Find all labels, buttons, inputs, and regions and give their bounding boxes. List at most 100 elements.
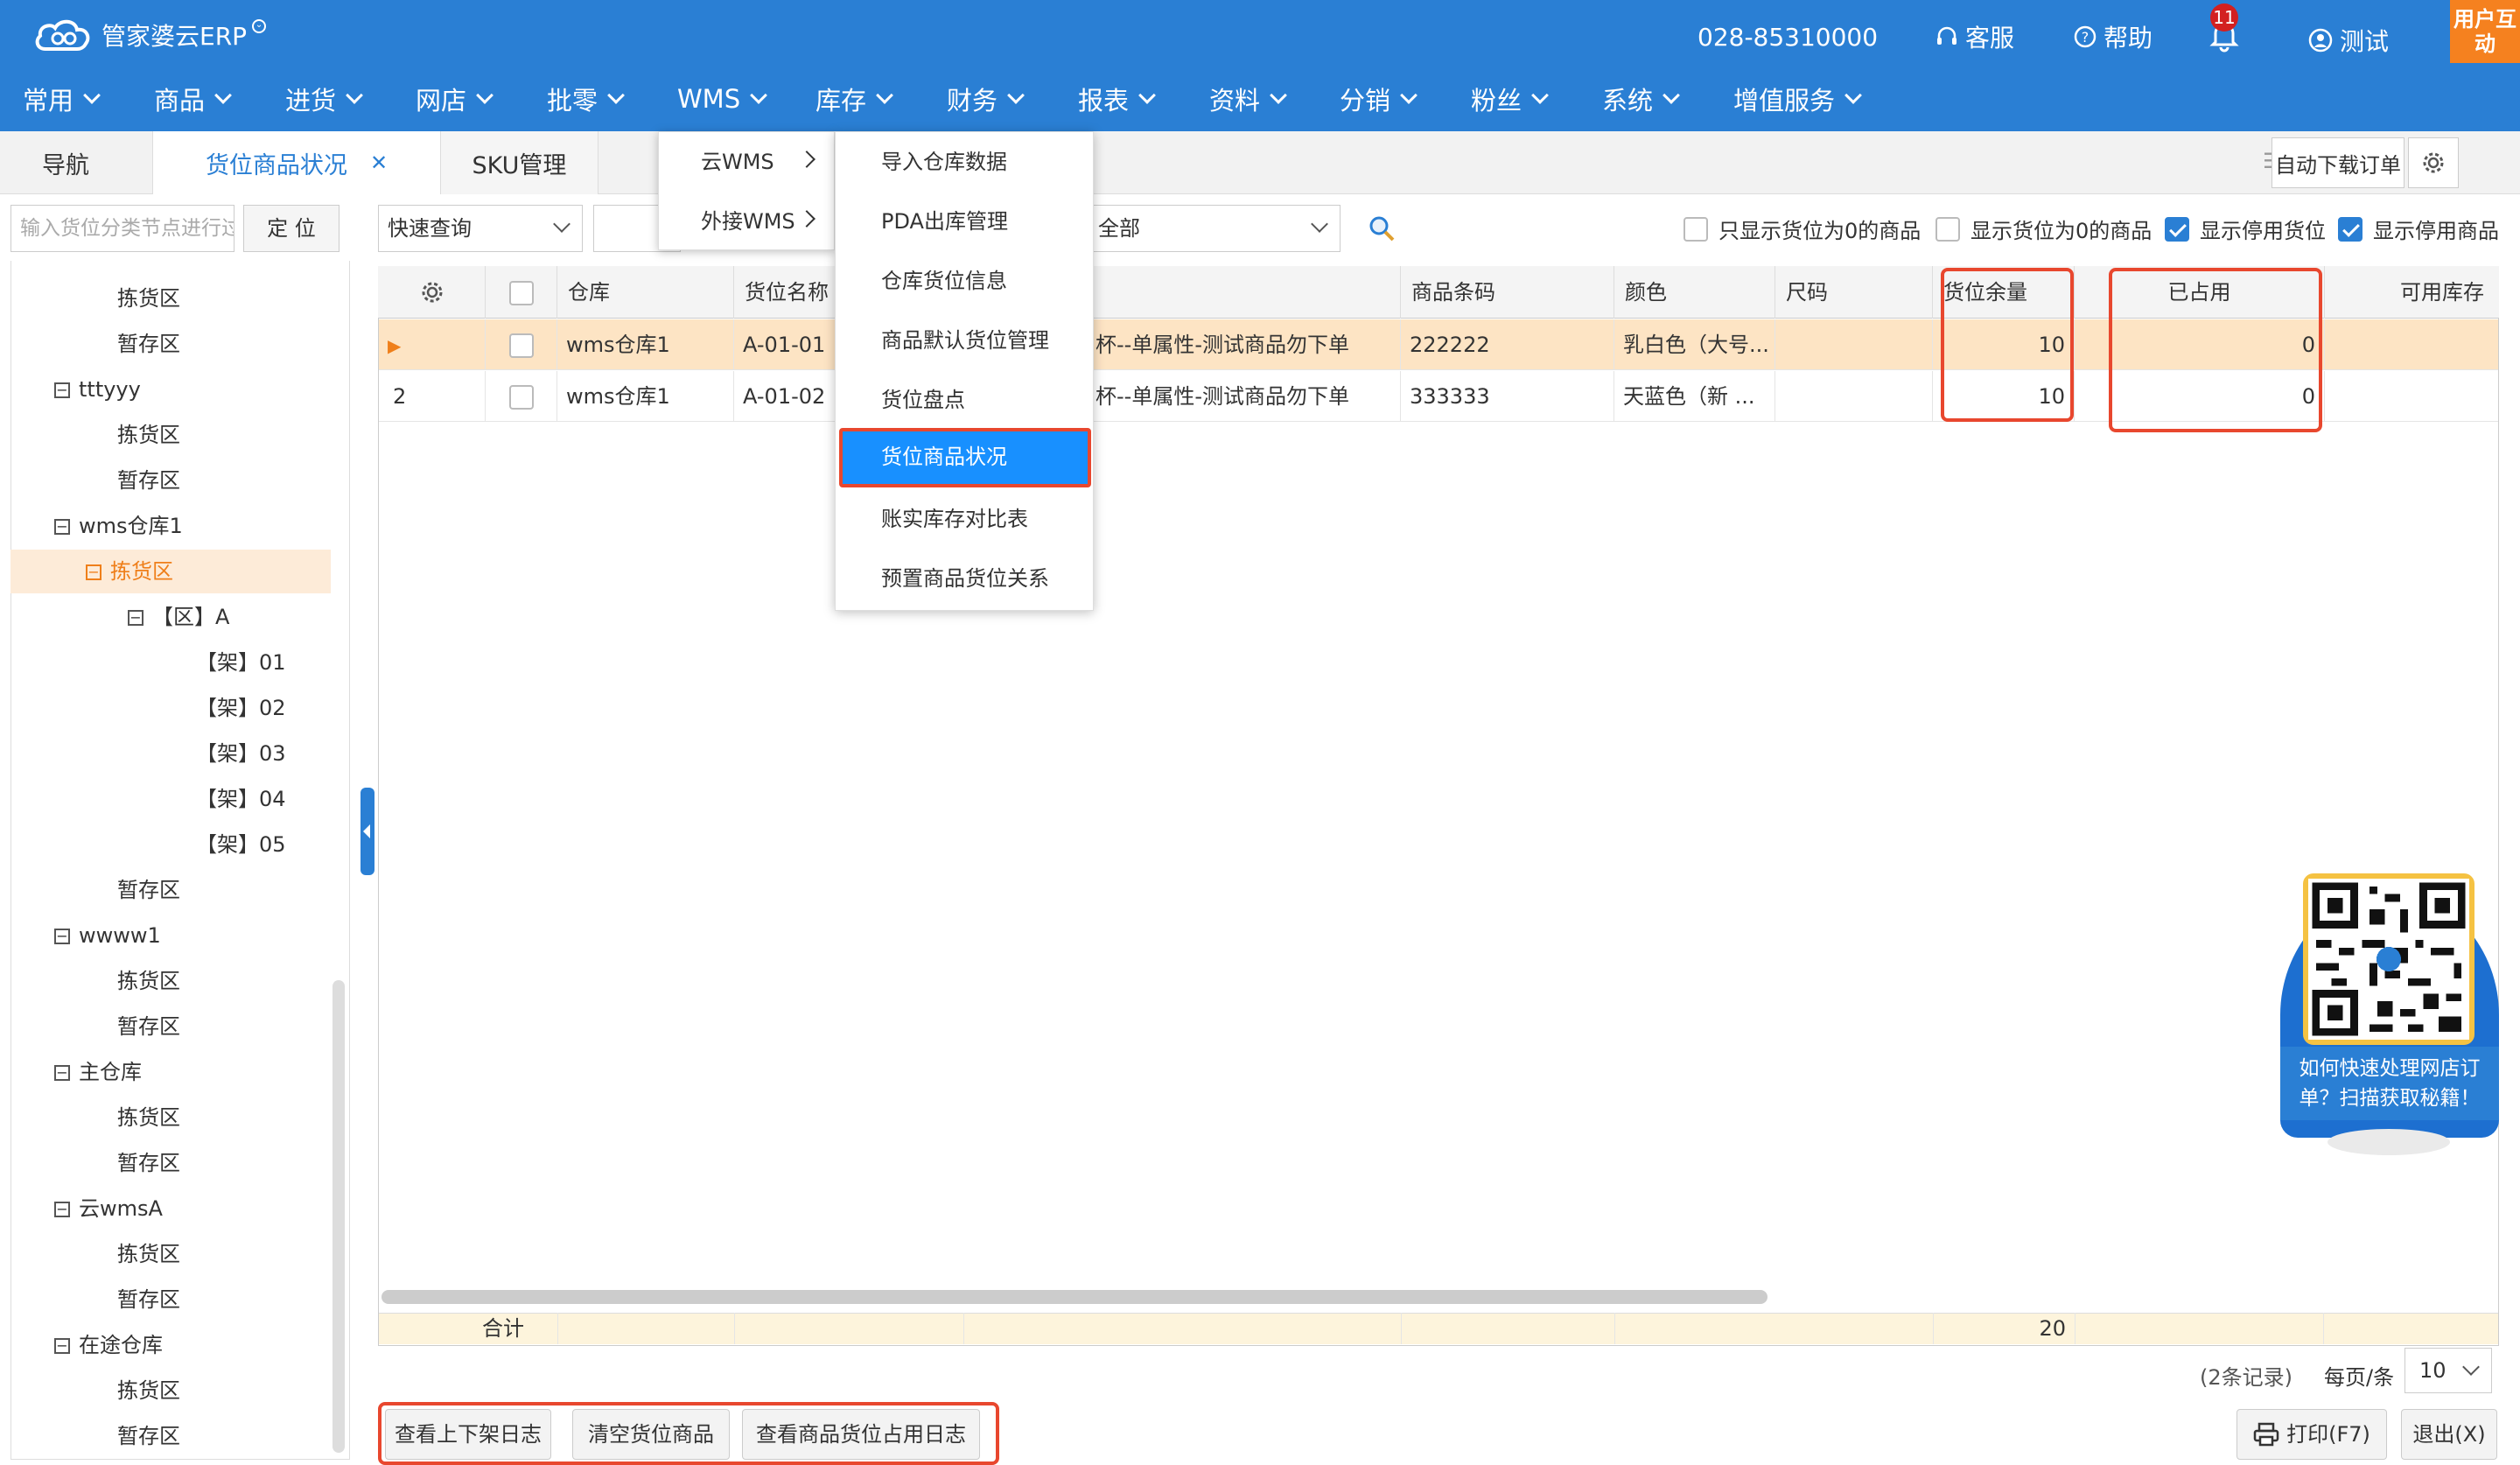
- per-page-select[interactable]: 10: [2404, 1348, 2492, 1393]
- nav-item-8[interactable]: 报表: [1078, 77, 1156, 121]
- auto-download-orders-button[interactable]: 自动下载订单: [2272, 137, 2404, 188]
- tree-node[interactable]: 拣货区: [117, 413, 180, 457]
- tab-location-goods-status[interactable]: 货位商品状况 ✕: [152, 131, 441, 194]
- submenu-item-1[interactable]: PDA出库管理: [836, 192, 1095, 251]
- collapse-icon[interactable]: −: [54, 519, 70, 535]
- tree-node[interactable]: − 在途仓库: [54, 1323, 163, 1367]
- tree-node[interactable]: 暂存区: [117, 322, 180, 366]
- panel-collapse-handle[interactable]: [360, 788, 374, 875]
- help-link[interactable]: ? 帮助: [2074, 19, 2152, 54]
- checkbox-checked[interactable]: [2338, 216, 2362, 242]
- tree-node[interactable]: 拣货区: [117, 277, 180, 320]
- nav-item-5[interactable]: WMS: [677, 77, 768, 121]
- nav-item-6[interactable]: 库存: [816, 77, 893, 121]
- tree-node[interactable]: − 拣货区: [10, 550, 331, 593]
- collapse-icon[interactable]: −: [54, 1202, 70, 1217]
- menu-item-external-wms[interactable]: 外接WMS: [659, 192, 836, 251]
- menu-item-cloud-wms[interactable]: 云WMS: [659, 132, 836, 192]
- user-menu[interactable]: 测试: [2308, 23, 2389, 58]
- checkbox[interactable]: [1936, 216, 1960, 242]
- tree-node[interactable]: 暂存区: [117, 1414, 180, 1458]
- chk-only-zero[interactable]: 只显示货位为0的商品: [1684, 214, 1921, 244]
- nav-item-7[interactable]: 财务: [947, 77, 1025, 121]
- tree-scrollbar[interactable]: [332, 980, 345, 1453]
- promo-caption[interactable]: 如何快速处理网店订单？扫描获取秘籍！: [2280, 1047, 2499, 1120]
- tree-filter-input[interactable]: 输入货位分类节点进行过滤: [10, 205, 234, 252]
- submenu-item-2[interactable]: 仓库货位信息: [836, 251, 1095, 311]
- scope-select[interactable]: 全部: [1085, 205, 1340, 252]
- row-checkbox-cell[interactable]: [486, 371, 557, 422]
- row-checkbox[interactable]: [508, 385, 534, 410]
- nav-item-4[interactable]: 批零: [547, 77, 625, 121]
- nav-item-2[interactable]: 进货: [285, 77, 363, 121]
- tree-node[interactable]: − 云wmsA: [54, 1187, 163, 1230]
- tree-node[interactable]: 拣货区: [117, 1096, 180, 1139]
- submenu-item-3[interactable]: 商品默认货位管理: [836, 311, 1095, 370]
- nav-item-13[interactable]: 增值服务: [1733, 77, 1862, 121]
- tab-sku-management[interactable]: SKU管理: [441, 131, 598, 194]
- chk-disabled-location[interactable]: 显示停用货位: [2165, 214, 2326, 244]
- exit-button[interactable]: 退出(X): [2401, 1409, 2497, 1460]
- submenu-item-0[interactable]: 导入仓库数据: [836, 132, 1095, 192]
- nav-item-12[interactable]: 系统: [1602, 77, 1680, 121]
- close-icon[interactable]: ✕: [370, 151, 388, 175]
- checkbox-checked[interactable]: [2165, 216, 2189, 242]
- tree-node[interactable]: − 主仓库: [54, 1050, 142, 1094]
- nav-item-0[interactable]: 常用: [23, 77, 101, 121]
- collapse-icon[interactable]: −: [86, 564, 102, 580]
- grid-horizontal-scrollbar[interactable]: [382, 1290, 1768, 1304]
- user-interact-button[interactable]: 用户互动: [2450, 0, 2520, 63]
- tree-node[interactable]: 拣货区: [117, 959, 180, 1003]
- search-button[interactable]: [1367, 214, 1396, 243]
- nav-item-11[interactable]: 粉丝: [1471, 77, 1549, 121]
- nav-item-9[interactable]: 资料: [1209, 77, 1287, 121]
- tree-node[interactable]: 拣货区: [117, 1232, 180, 1276]
- nav-item-3[interactable]: 网店: [416, 77, 494, 121]
- select-all-checkbox[interactable]: [508, 281, 534, 305]
- tree-node[interactable]: 暂存区: [117, 459, 180, 502]
- nav-item-10[interactable]: 分销: [1340, 77, 1418, 121]
- col-warehouse[interactable]: 仓库: [557, 266, 734, 319]
- submenu-item-6[interactable]: 账实库存对比表: [836, 489, 1095, 549]
- tree-node[interactable]: 暂存区: [117, 1005, 180, 1048]
- tree-node[interactable]: − tttyyy: [54, 368, 141, 411]
- chevron-down-icon[interactable]: ⌄: [252, 19, 267, 33]
- settings-button[interactable]: [2408, 137, 2459, 188]
- tree-node[interactable]: 暂存区: [117, 868, 180, 912]
- qr-code[interactable]: [2303, 873, 2474, 1045]
- submenu-item-7[interactable]: 预置商品货位关系: [836, 549, 1095, 608]
- tree-node[interactable]: − wwww1: [54, 914, 161, 957]
- tree-node[interactable]: 暂存区: [117, 1278, 180, 1321]
- submenu-item-5[interactable]: 货位商品状况: [839, 428, 1091, 487]
- print-button[interactable]: 打印(F7): [2236, 1409, 2387, 1460]
- tree-node[interactable]: 【架】01: [196, 641, 286, 684]
- quick-search-select[interactable]: 快速查询: [378, 205, 583, 252]
- column-settings[interactable]: [379, 266, 486, 319]
- tree-node[interactable]: 拣货区: [117, 1369, 180, 1412]
- select-all-header[interactable]: [486, 266, 557, 319]
- row-checkbox[interactable]: [508, 333, 534, 358]
- chk-show-zero[interactable]: 显示货位为0的商品: [1936, 214, 2152, 244]
- collapse-icon[interactable]: −: [54, 382, 70, 398]
- col-color[interactable]: 颜色: [1614, 266, 1775, 319]
- tree-node[interactable]: 暂存区: [117, 1141, 180, 1185]
- collapse-icon[interactable]: −: [54, 1338, 70, 1354]
- row-checkbox-cell[interactable]: [486, 319, 557, 370]
- nav-item-1[interactable]: 商品: [154, 77, 232, 121]
- app-logo[interactable]: 管家婆云ERP ⌄: [33, 12, 267, 58]
- collapse-icon[interactable]: −: [54, 929, 70, 944]
- tree-node[interactable]: − wms仓库1: [54, 504, 183, 548]
- collapse-icon[interactable]: −: [128, 610, 144, 626]
- submenu-item-4[interactable]: 货位盘点: [836, 370, 1095, 430]
- tree-node[interactable]: − 【区】A: [128, 595, 229, 639]
- col-available[interactable]: 可用库存: [2325, 266, 2498, 319]
- tree-node[interactable]: 【架】02: [196, 686, 286, 730]
- tree-node[interactable]: 【架】05: [196, 823, 286, 866]
- checkbox[interactable]: [1684, 216, 1708, 242]
- col-barcode[interactable]: 商品条码: [1401, 266, 1614, 319]
- tab-navigation[interactable]: 导航: [0, 131, 131, 194]
- tree-node[interactable]: 【架】03: [196, 732, 286, 775]
- locate-button[interactable]: 定 位: [243, 205, 340, 252]
- col-size[interactable]: 尺码: [1775, 266, 1933, 319]
- tree-node[interactable]: 【架】04: [196, 777, 286, 821]
